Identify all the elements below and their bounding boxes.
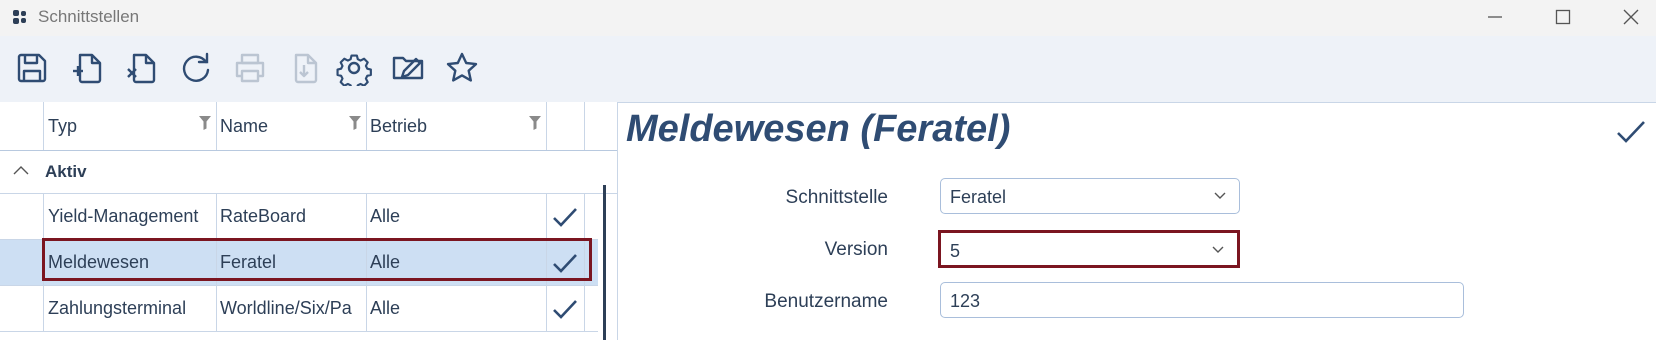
column-divider (43, 102, 44, 150)
column-divider (546, 194, 547, 239)
cell-betrieb: Alle (370, 298, 401, 318)
cell-typ: Yield-Management (48, 206, 199, 226)
minimize-icon (1488, 16, 1502, 18)
version-value: 5 (950, 241, 961, 261)
label-version: Version (824, 239, 888, 260)
column-header-betrieb[interactable]: Betrieb (370, 116, 427, 137)
window-title: Schnittstellen (38, 7, 140, 26)
version-dropdown[interactable]: 5 (938, 230, 1240, 268)
cell-typ: Zahlungsterminal (48, 298, 187, 318)
column-divider (216, 102, 217, 150)
refresh-button[interactable] (176, 48, 216, 88)
checkmark-icon (553, 300, 577, 319)
save-button[interactable] (12, 48, 52, 88)
group-row-aktiv[interactable]: Aktiv (0, 151, 617, 194)
grid-header: Typ Name Betrieb (0, 102, 617, 151)
column-divider (43, 286, 44, 331)
page-title: Meldewesen (Feratel) (626, 108, 1011, 150)
minimize-button[interactable] (1472, 0, 1518, 34)
label-schnittstelle: Schnittstelle (785, 187, 888, 208)
column-divider (366, 194, 367, 239)
favorite-button[interactable] (442, 48, 482, 88)
filter-icon[interactable] (528, 115, 542, 131)
group-label: Aktiv (45, 162, 87, 181)
download-icon (294, 53, 318, 84)
column-divider (584, 286, 585, 331)
edit-folder-button[interactable] (388, 48, 428, 88)
settings-button[interactable] (334, 48, 374, 88)
close-icon (1623, 9, 1639, 25)
checkmark-icon (553, 208, 577, 227)
confirm-check-icon[interactable] (1615, 118, 1647, 146)
column-divider (43, 194, 44, 239)
schnittstelle-value: Feratel (950, 187, 1007, 207)
favorite-star-icon (446, 52, 478, 82)
toolbar (0, 36, 1656, 103)
schnittstelle-dropdown[interactable]: Feratel (940, 178, 1240, 214)
save-icon (17, 53, 47, 83)
maximize-button[interactable] (1540, 0, 1586, 34)
maximize-icon (1555, 9, 1571, 25)
delete-button[interactable] (122, 48, 162, 88)
app-icon (13, 10, 26, 24)
settings-icon (336, 54, 372, 86)
column-divider (366, 286, 367, 331)
column-divider (546, 102, 547, 150)
filter-icon[interactable] (198, 115, 212, 131)
column-header-typ[interactable]: Typ (48, 116, 77, 137)
table-row[interactable]: Yield-Management RateBoard Alle (0, 194, 598, 240)
print-button[interactable] (230, 48, 270, 88)
column-divider (546, 286, 547, 331)
cell-name: RateBoard (220, 206, 307, 226)
close-button[interactable] (1608, 0, 1654, 34)
print-icon (235, 53, 265, 83)
column-divider (584, 194, 585, 239)
chevron-down-icon (1214, 192, 1226, 199)
selected-row-highlight (42, 238, 592, 281)
column-divider (216, 286, 217, 331)
benutzername-value: 123 (950, 291, 981, 311)
interfaces-grid: Typ Name Betrieb Aktiv Yield-Management … (0, 102, 618, 340)
refresh-icon (182, 52, 210, 82)
benutzername-input[interactable]: 123 (940, 282, 1464, 318)
new-button[interactable] (68, 48, 108, 88)
chevron-down-icon (1212, 246, 1224, 253)
title-bar: Schnittstellen (0, 0, 1656, 36)
edit-folder-icon (392, 56, 424, 80)
column-divider (216, 194, 217, 239)
chevron-up-icon[interactable] (12, 164, 30, 176)
table-row[interactable]: Zahlungsterminal Worldline/Six/Pa Alle (0, 286, 598, 332)
filter-icon[interactable] (348, 115, 362, 131)
column-divider (584, 102, 585, 150)
label-benutzername: Benutzername (764, 291, 888, 312)
new-document-icon (73, 53, 102, 84)
download-button[interactable] (284, 48, 324, 88)
column-header-name[interactable]: Name (220, 116, 268, 137)
cell-betrieb: Alle (370, 206, 401, 226)
column-divider (366, 102, 367, 150)
cell-name: Worldline/Six/Pa (220, 298, 352, 318)
delete-document-icon (127, 53, 156, 84)
